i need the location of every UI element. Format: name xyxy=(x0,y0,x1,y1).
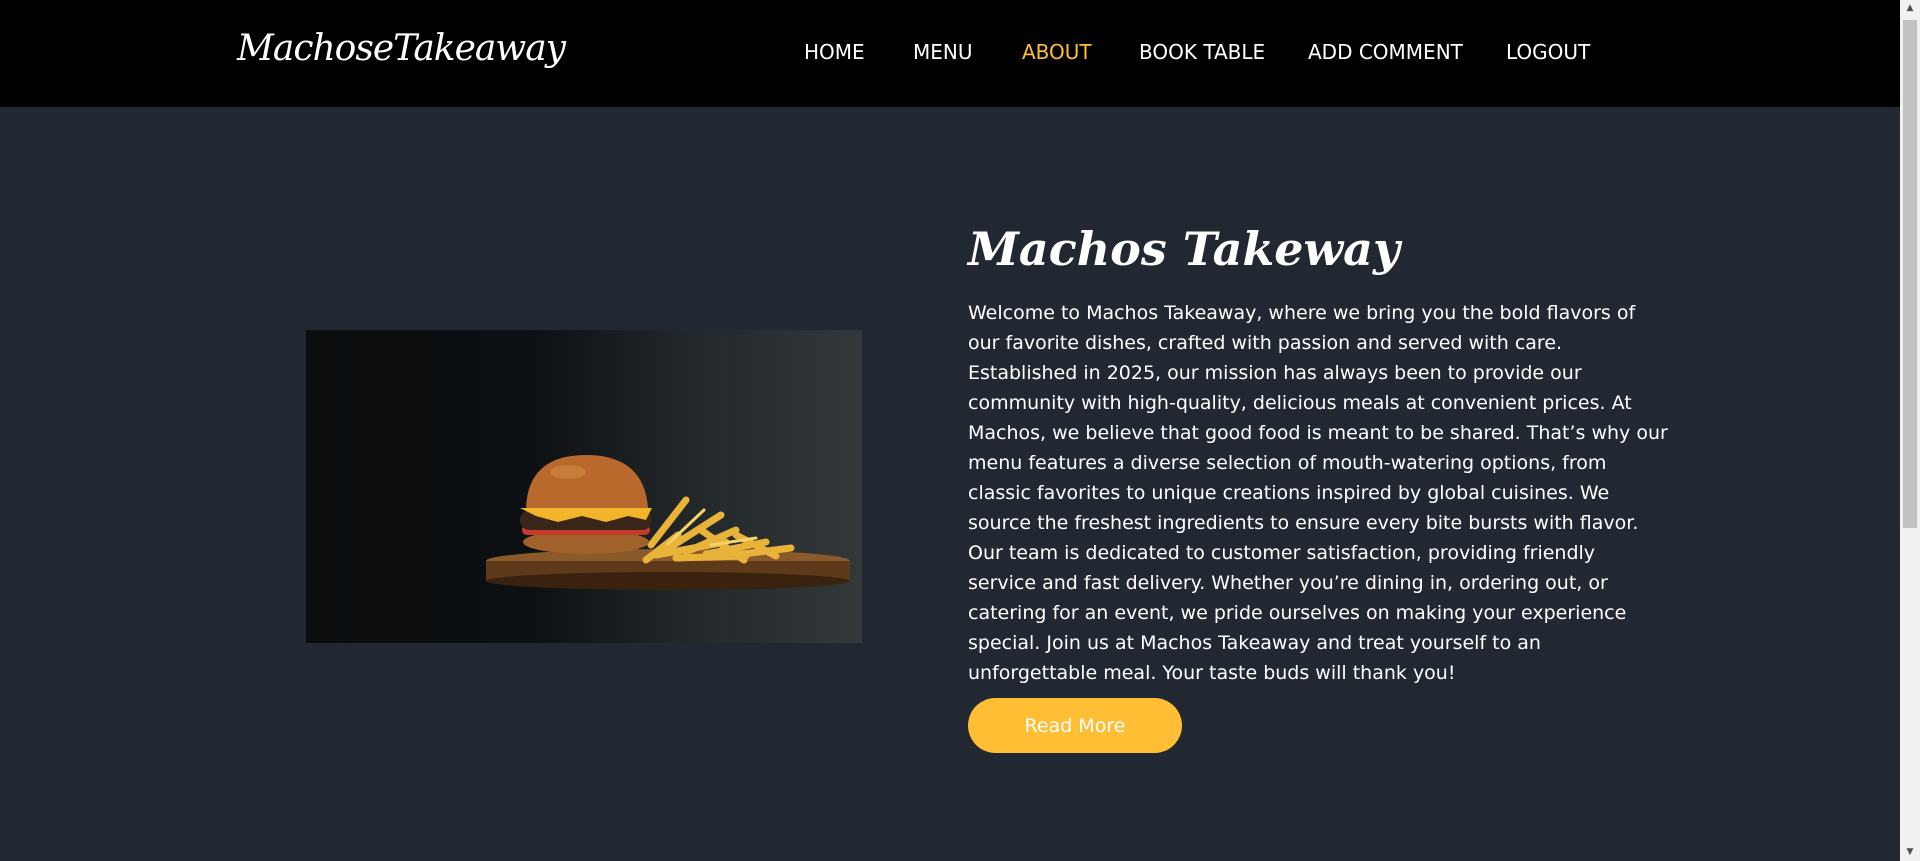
page-scrollbar[interactable]: ▲ ▼ xyxy=(1900,0,1920,861)
read-more-button[interactable]: Read More xyxy=(968,698,1182,753)
site-header: MachoseTakeaway HOME MENU ABOUT BOOK TAB… xyxy=(0,0,1900,107)
nav-home[interactable]: HOME xyxy=(804,40,865,64)
scroll-up-arrow-icon[interactable]: ▲ xyxy=(1900,0,1920,17)
scrollbar-thumb[interactable] xyxy=(1903,20,1917,528)
nav-add-comment[interactable]: ADD COMMENT xyxy=(1308,40,1463,64)
nav-logout[interactable]: LOGOUT xyxy=(1506,40,1590,64)
main-nav: HOME MENU ABOUT BOOK TABLE ADD COMMENT L… xyxy=(0,40,1900,70)
nav-about[interactable]: ABOUT xyxy=(1022,40,1092,64)
burger-and-fries-image xyxy=(306,330,862,643)
nav-menu[interactable]: MENU xyxy=(913,40,973,64)
burger-and-fries-illustration xyxy=(486,455,850,590)
scroll-down-arrow-icon[interactable]: ▼ xyxy=(1900,844,1920,861)
nav-book-table[interactable]: BOOK TABLE xyxy=(1139,40,1265,64)
about-title: Machos Takeway xyxy=(968,222,1400,276)
about-paragraph: Welcome to Machos Takeaway, where we bri… xyxy=(968,302,1668,684)
